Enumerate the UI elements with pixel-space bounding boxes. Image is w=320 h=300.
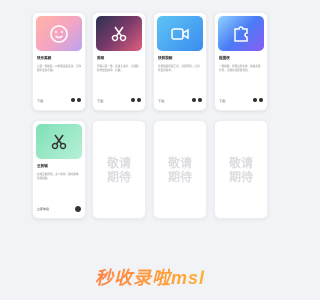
scissors-icon <box>111 26 127 41</box>
card-thumbnail <box>157 16 203 51</box>
card-title: 快乐美颜 <box>37 56 52 60</box>
download-label: 下载： <box>97 99 107 103</box>
card-description: 只需一秒换脸，AI智能美颜高清，让你拥有更多乐趣。 <box>37 65 81 72</box>
apple-icon[interactable] <box>71 98 75 102</box>
download-icons <box>71 98 81 102</box>
apple-icon[interactable] <box>131 98 135 102</box>
coming-soon-card: 敬请期待 <box>214 120 268 219</box>
card-title: 云剪辑 <box>37 164 48 168</box>
download-icons <box>192 98 202 102</box>
card-title: 抠图侠 <box>219 56 230 60</box>
card-title: 剪映 <box>97 56 105 60</box>
coming-soon-text: 敬请期待 <box>228 155 253 184</box>
android-icon[interactable] <box>137 98 141 102</box>
coming-soon-text: 敬请期待 <box>106 155 131 184</box>
card-description: 一键抠图，智能识别主体，快速去除背景，让图片处理更轻松。 <box>219 65 261 72</box>
card-description: 在线云端剪辑，多人协作，随时随地剪辑视频。 <box>37 173 79 180</box>
coming-soon-text: 敬请期待 <box>167 155 192 184</box>
app-card-koutu[interactable]: 抠图侠 一键抠图，智能识别主体，快速去除背景，让图片处理更轻松。 下载： <box>214 12 268 111</box>
try-now-link[interactable]: 立即体验 <box>37 207 49 211</box>
app-card-jianying[interactable]: 剪映 剪辑只需一键，高清无水印，让视频制作更加简单、有趣。 下载： <box>92 12 146 111</box>
download-icons <box>253 98 263 102</box>
card-description: 剪辑只需一键，高清无水印，让视频制作更加简单、有趣。 <box>97 65 139 72</box>
card-thumbnail <box>36 16 82 51</box>
download-icons <box>131 98 141 102</box>
download-label: 下载： <box>219 99 229 103</box>
apple-icon[interactable] <box>192 98 196 102</box>
scissors-icon <box>51 134 67 149</box>
card-title: 快剪视频 <box>158 56 173 60</box>
apple-icon[interactable] <box>253 98 257 102</box>
app-card-meiyan[interactable]: 快乐美颜 只需一秒换脸，AI智能美颜高清，让你拥有更多乐趣。 下载： <box>32 12 86 111</box>
android-icon[interactable] <box>259 98 263 102</box>
card-description: 免费视频剪辑工具，录屏剪辑，让创作变得简单。 <box>158 65 200 72</box>
smile-face-icon <box>50 24 68 43</box>
card-thumbnail <box>96 16 142 51</box>
android-icon[interactable] <box>198 98 202 102</box>
download-label: 下载： <box>37 99 47 103</box>
video-camera-icon <box>171 27 189 40</box>
download-label: 下载： <box>158 99 168 103</box>
coming-soon-card: 敬请期待 <box>153 120 207 219</box>
puzzle-icon <box>234 25 248 42</box>
android-icon[interactable] <box>77 98 81 102</box>
app-card-yunjianji[interactable]: 云剪辑 在线云端剪辑，多人协作，随时随地剪辑视频。 立即体验 <box>32 120 86 219</box>
card-thumbnail <box>36 124 82 159</box>
app-card-kuaijian[interactable]: 快剪视频 免费视频剪辑工具，录屏剪辑，让创作变得简单。 下载： <box>153 12 207 111</box>
arrow-right-icon[interactable] <box>75 206 81 212</box>
coming-soon-card: 敬请期待 <box>92 120 146 219</box>
footer-brand-logo: 秒收录啦msl <box>0 264 300 290</box>
card-thumbnail <box>218 16 264 51</box>
